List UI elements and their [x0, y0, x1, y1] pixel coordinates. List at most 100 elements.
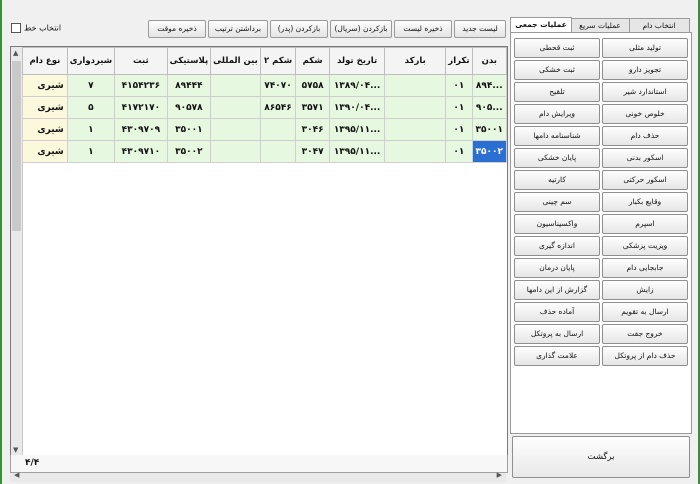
action-button[interactable]: ویزیت پزشکی [602, 236, 688, 256]
new-list-button[interactable]: لیست جدید [454, 20, 506, 38]
table-row[interactable]: ...۸۹۴ ۰۱ ...۱۳۸۹/۰۴ ۵۷۵۸ ۷۴۰۷۰ ۸۹۴۴۴ ۴۱… [22, 74, 507, 97]
cell-nursing[interactable]: ۵ [66, 96, 116, 119]
col-header[interactable]: بدن [471, 47, 507, 75]
tab-quick-ops[interactable]: عملیات سریع [570, 18, 630, 32]
col-header[interactable]: تکرار [445, 47, 473, 75]
cell-body[interactable]: ۳۵۰۰۲ [471, 140, 507, 163]
col-header[interactable]: شکم [295, 47, 330, 75]
action-button[interactable]: پایان درمان [514, 258, 600, 278]
cell-body[interactable]: ...۸۹۴ [471, 74, 507, 97]
action-button[interactable]: وقایع بکبار [602, 192, 688, 212]
cell-international[interactable] [210, 118, 261, 141]
action-button[interactable]: تولید مثلی [602, 38, 688, 58]
cell-registration[interactable]: ۴۳۰۹۷۰۹ [114, 118, 168, 141]
cell-belly2[interactable] [259, 118, 297, 141]
cell-animal-type[interactable]: شیری [22, 118, 68, 141]
horizontal-scrollbar[interactable]: ◀ ▶ [10, 471, 506, 482]
action-button[interactable]: ثبت خشکی [514, 60, 600, 80]
cell-registration[interactable]: ۴۳۰۹۷۱۰ [114, 140, 168, 163]
cell-belly2[interactable] [259, 140, 297, 163]
cell-belly[interactable]: ۳۰۴۷ [295, 140, 330, 163]
cell-birth-date[interactable]: ...۱۳۹۵/۱۱ [328, 140, 386, 163]
col-header[interactable]: تاریخ تولد [328, 47, 386, 75]
table-row[interactable]: ۳۵۰۰۱ ۰۱ ...۱۳۹۵/۱۱ ۳۰۴۶ ۳۵۰۰۱ ۴۳۰۹۷۰۹ ۱… [22, 118, 507, 141]
back-button[interactable]: برگشت [512, 436, 690, 478]
cell-nursing[interactable]: ۱ [66, 118, 116, 141]
action-button[interactable]: ارسال به تقویم [602, 302, 688, 322]
cell-repeat[interactable]: ۰۱ [445, 118, 473, 141]
col-header[interactable]: بین المللی [210, 47, 261, 75]
col-header[interactable]: شیردواری [66, 47, 116, 75]
scroll-left-icon[interactable]: ◀ [14, 471, 19, 479]
tab-bulk-ops[interactable]: عملیات جمعی [510, 17, 572, 33]
col-header[interactable]: بارکد [384, 47, 447, 75]
col-header[interactable]: ثبت [114, 47, 168, 75]
action-button[interactable]: خلوص خونی [602, 104, 688, 124]
action-button[interactable]: زایش [602, 280, 688, 300]
cell-animal-type[interactable]: شیری [22, 74, 68, 97]
action-button[interactable]: کارتیه [514, 170, 600, 190]
open-parent-button[interactable]: بازکردن (پدر) [270, 20, 328, 38]
action-button[interactable]: تلقیح [514, 82, 600, 102]
cell-registration[interactable]: ۴۱۵۴۲۳۶ [114, 74, 168, 97]
cell-body[interactable]: ۳۵۰۰۱ [471, 118, 507, 141]
action-button[interactable]: گزارش از این دامها [514, 280, 600, 300]
action-button[interactable]: اسپرم [602, 214, 688, 234]
cell-belly[interactable]: ۳۵۷۱ [295, 96, 330, 119]
cell-birth-date[interactable]: ...۱۳۸۹/۰۴ [328, 74, 386, 97]
scroll-down-icon[interactable]: ▼ [13, 446, 18, 454]
cell-repeat[interactable]: ۰۱ [445, 74, 473, 97]
action-button[interactable]: جابجایی دام [602, 258, 688, 278]
action-button[interactable]: خروج جفت [602, 324, 688, 344]
action-button[interactable]: حذف دام [602, 126, 688, 146]
cell-belly[interactable]: ۵۷۵۸ [295, 74, 330, 97]
cell-body[interactable]: ...۹۰۵ [471, 96, 507, 119]
cell-barcode[interactable] [384, 96, 447, 119]
cell-repeat[interactable]: ۰۱ [445, 140, 473, 163]
open-serial-button[interactable]: بازکردن (سریال) [330, 20, 392, 38]
action-button[interactable]: حذف دام از پروتکل [602, 346, 688, 366]
action-button[interactable]: سم چینی [514, 192, 600, 212]
action-button[interactable]: اندازه گیری [514, 236, 600, 256]
cell-plastic[interactable]: ۳۵۰۰۱ [166, 118, 212, 141]
cell-plastic[interactable]: ۳۵۰۰۲ [166, 140, 212, 163]
cell-nursing[interactable]: ۷ [66, 74, 116, 97]
checkbox-box[interactable] [11, 23, 21, 33]
cell-international[interactable] [210, 74, 261, 97]
cell-barcode[interactable] [384, 74, 447, 97]
col-header[interactable]: نوع دام [22, 47, 68, 75]
table-row[interactable]: ...۹۰۵ ۰۱ ...۱۳۹۰/۰۴ ۳۵۷۱ ۸۶۵۴۶ ۹۰۵۷۸ ۴۱… [22, 96, 507, 119]
cell-registration[interactable]: ۴۱۷۲۱۷۰ [114, 96, 168, 119]
tab-select-animal[interactable]: انتخاب دام [628, 18, 690, 32]
cell-birth-date[interactable]: ...۱۳۹۰/۰۴ [328, 96, 386, 119]
table-row-selected[interactable]: ۳۵۰۰۲ ۰۱ ...۱۳۹۵/۱۱ ۳۰۴۷ ۳۵۰۰۲ ۴۳۰۹۷۱۰ ۱… [22, 140, 507, 163]
select-line-checkbox[interactable]: انتخاب خط [11, 23, 61, 33]
action-button[interactable]: اسکور بدنی [602, 148, 688, 168]
scroll-up-icon[interactable]: ▲ [13, 49, 18, 57]
cell-plastic[interactable]: ۹۰۵۷۸ [166, 96, 212, 119]
temp-save-button[interactable]: ذخیره موقت [148, 20, 206, 38]
cell-barcode[interactable] [384, 118, 447, 141]
action-button[interactable]: پایان خشکی [514, 148, 600, 168]
scroll-thumb[interactable] [12, 61, 21, 231]
save-list-button[interactable]: ذخیره لیست [394, 20, 452, 38]
action-button[interactable]: ارسال به پروتکل [514, 324, 600, 344]
cell-barcode[interactable] [384, 140, 447, 163]
cell-animal-type[interactable]: شیری [22, 140, 68, 163]
cell-international[interactable] [210, 140, 261, 163]
cell-plastic[interactable]: ۸۹۴۴۴ [166, 74, 212, 97]
scroll-right-icon[interactable]: ▶ [497, 471, 502, 479]
cell-international[interactable] [210, 96, 261, 119]
col-header[interactable]: پلاستیکی [166, 47, 212, 75]
col-header[interactable]: شکم ۲ [259, 47, 297, 75]
action-button[interactable]: تجویز دارو [602, 60, 688, 80]
cell-repeat[interactable]: ۰۱ [445, 96, 473, 119]
action-button[interactable]: آماده حذف [514, 302, 600, 322]
action-button[interactable]: شناسنامه دامها [514, 126, 600, 146]
cell-animal-type[interactable]: شیری [22, 96, 68, 119]
cell-birth-date[interactable]: ...۱۳۹۵/۱۱ [328, 118, 386, 141]
cell-belly[interactable]: ۳۰۴۶ [295, 118, 330, 141]
action-button[interactable]: واکسیناسیون [514, 214, 600, 234]
cell-belly2[interactable]: ۷۴۰۷۰ [259, 74, 297, 97]
action-button[interactable]: علامت گذاری [514, 346, 600, 366]
